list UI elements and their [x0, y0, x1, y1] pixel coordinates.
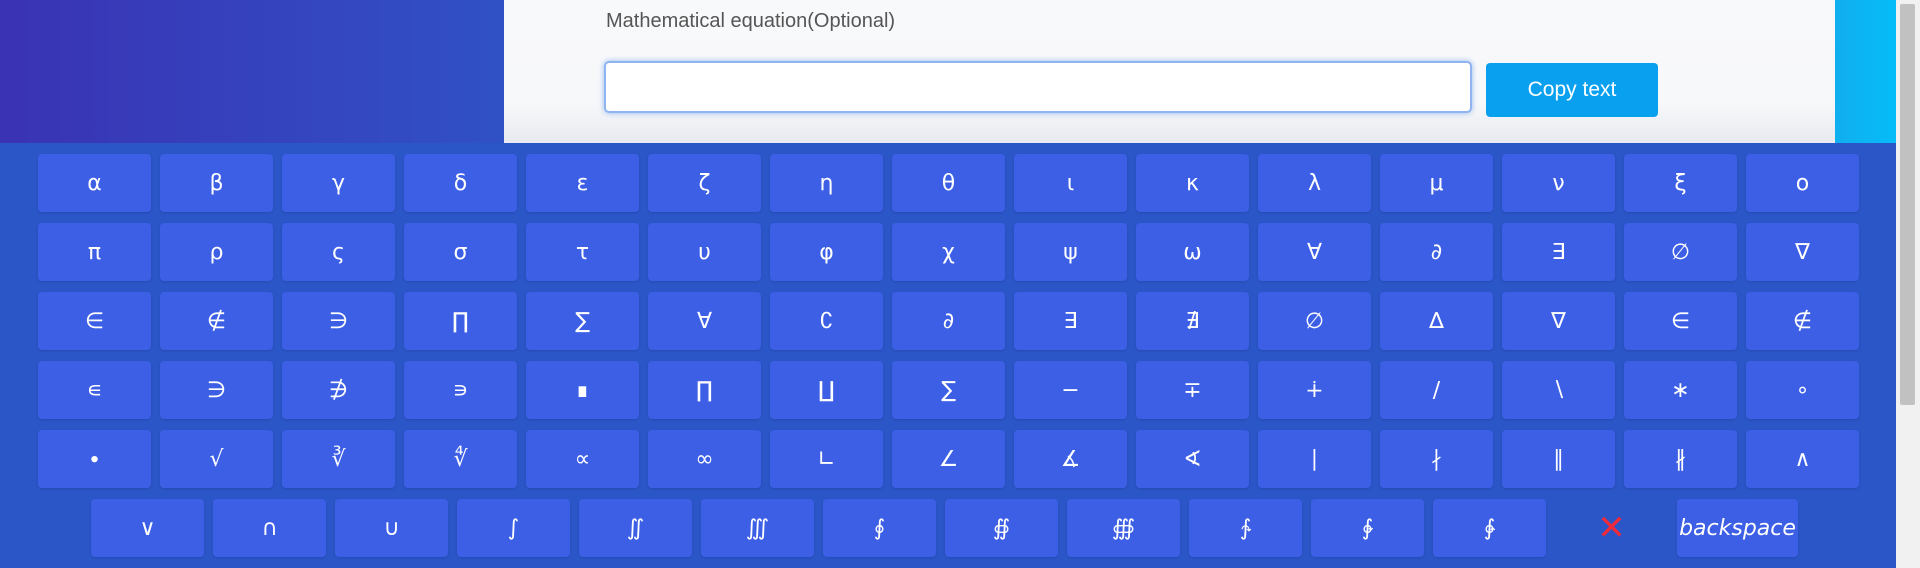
key-symbol[interactable]: ∱	[1189, 499, 1302, 557]
key-symbol[interactable]: τ	[526, 223, 639, 281]
key-symbol[interactable]: ∕	[1380, 361, 1493, 419]
key-symbol[interactable]: ∰	[1067, 499, 1180, 557]
key-symbol[interactable]: ∝	[526, 430, 639, 488]
key-symbol[interactable]: ∐	[770, 361, 883, 419]
close-icon[interactable]: ✕	[1555, 499, 1668, 557]
key-symbol[interactable]: ∋	[160, 361, 273, 419]
key-symbol[interactable]: ∎	[526, 361, 639, 419]
key-symbol[interactable]: ς	[282, 223, 395, 281]
math-keyboard: α β γ δ ε ζ η θ ι κ λ μ ν ξ ο π ρ ς σ τ υ φ χ ψ ω ∀ ∂ ∃ ∅ ∇ ∈ ∉ ∋ ∏ ∑ ∀ ∁ ∂ ∃ ∄…	[0, 143, 1896, 568]
equation-input[interactable]	[604, 61, 1472, 113]
key-symbol[interactable]: ∟	[770, 430, 883, 488]
key-symbol[interactable]: ε	[526, 154, 639, 212]
key-symbol[interactable]: ∧	[1746, 430, 1859, 488]
key-symbol[interactable]: √	[160, 430, 273, 488]
key-symbol[interactable]: θ	[892, 154, 1005, 212]
key-symbol[interactable]: ∩	[213, 499, 326, 557]
key-symbol[interactable]: ∭	[701, 499, 814, 557]
key-symbol[interactable]: ∂	[1380, 223, 1493, 281]
key-symbol[interactable]: ∏	[648, 361, 761, 419]
key-symbol[interactable]: λ	[1258, 154, 1371, 212]
key-symbol[interactable]: ξ	[1624, 154, 1737, 212]
key-symbol[interactable]: ∂	[892, 292, 1005, 350]
key-symbol[interactable]: ∬	[579, 499, 692, 557]
key-symbol[interactable]: ∃	[1502, 223, 1615, 281]
equation-label: Mathematical equation(Optional)	[606, 10, 896, 32]
key-symbol[interactable]: ο	[1746, 154, 1859, 212]
scrollbar-thumb[interactable]	[1900, 4, 1915, 405]
key-symbol[interactable]: ∥	[1502, 430, 1615, 488]
key-symbol[interactable]: ι	[1014, 154, 1127, 212]
key-symbol[interactable]: ∘	[1746, 361, 1859, 419]
key-symbol[interactable]: φ	[770, 223, 883, 281]
key-symbol[interactable]: ∢	[1136, 430, 1249, 488]
key-symbol[interactable]: ∈	[1624, 292, 1737, 350]
key-symbol[interactable]: ∮	[823, 499, 936, 557]
key-symbol[interactable]: ∆	[1380, 292, 1493, 350]
key-symbol[interactable]: δ	[404, 154, 517, 212]
key-symbol[interactable]: ∋	[282, 292, 395, 350]
key-symbol[interactable]: ∉	[1746, 292, 1859, 350]
key-symbol[interactable]: ∇	[1746, 223, 1859, 281]
key-symbol[interactable]: ω	[1136, 223, 1249, 281]
key-symbol[interactable]: ∃	[1014, 292, 1127, 350]
key-symbol[interactable]: ∖	[1502, 361, 1615, 419]
key-symbol[interactable]: ∯	[945, 499, 1058, 557]
key-symbol[interactable]: −	[1014, 361, 1127, 419]
key-symbol[interactable]: ∠	[892, 430, 1005, 488]
copy-text-button[interactable]: Copy text	[1486, 63, 1658, 117]
key-symbol[interactable]: υ	[648, 223, 761, 281]
key-symbol[interactable]: ∑	[892, 361, 1005, 419]
key-symbol[interactable]: ∌	[282, 361, 395, 419]
key-symbol[interactable]: ∅	[1624, 223, 1737, 281]
key-symbol[interactable]: ∣	[1258, 430, 1371, 488]
key-symbol[interactable]: ∙	[38, 430, 151, 488]
key-symbol[interactable]: π	[38, 223, 151, 281]
key-symbol[interactable]: ∡	[1014, 430, 1127, 488]
key-symbol[interactable]: ζ	[648, 154, 761, 212]
key-symbol[interactable]: ∈	[38, 292, 151, 350]
key-symbol[interactable]: ρ	[160, 223, 273, 281]
key-symbol[interactable]: ∀	[1258, 223, 1371, 281]
key-symbol[interactable]: ∏	[404, 292, 517, 350]
key-symbol[interactable]: β	[160, 154, 273, 212]
key-symbol[interactable]: ∄	[1136, 292, 1249, 350]
key-symbol[interactable]: γ	[282, 154, 395, 212]
key-symbol[interactable]: σ	[404, 223, 517, 281]
key-symbol[interactable]: ∊	[38, 361, 151, 419]
key-symbol[interactable]: ∑	[526, 292, 639, 350]
key-symbol[interactable]: ∦	[1624, 430, 1737, 488]
key-symbol[interactable]: μ	[1380, 154, 1493, 212]
key-symbol[interactable]: ∫	[457, 499, 570, 557]
key-symbol[interactable]: ∲	[1311, 499, 1424, 557]
key-symbol[interactable]: ∛	[282, 430, 395, 488]
key-symbol[interactable]: ∁	[770, 292, 883, 350]
key-symbol[interactable]: κ	[1136, 154, 1249, 212]
key-symbol[interactable]: ∀	[648, 292, 761, 350]
key-symbol[interactable]: ∪	[335, 499, 448, 557]
key-symbol[interactable]: α	[38, 154, 151, 212]
key-symbol[interactable]: ∜	[404, 430, 517, 488]
key-symbol[interactable]: ∳	[1433, 499, 1546, 557]
key-symbol[interactable]: ∉	[160, 292, 273, 350]
key-symbol[interactable]: ∨	[91, 499, 204, 557]
backspace-button[interactable]: backspace	[1677, 499, 1798, 557]
key-symbol[interactable]: ∍	[404, 361, 517, 419]
key-symbol[interactable]: ∤	[1380, 430, 1493, 488]
key-symbol[interactable]: χ	[892, 223, 1005, 281]
key-symbol[interactable]: ν	[1502, 154, 1615, 212]
key-symbol[interactable]: ∓	[1136, 361, 1249, 419]
key-symbol[interactable]: ∗	[1624, 361, 1737, 419]
key-symbol[interactable]: ∞	[648, 430, 761, 488]
key-symbol[interactable]: ∅	[1258, 292, 1371, 350]
key-symbol[interactable]: ∔	[1258, 361, 1371, 419]
key-symbol[interactable]: ∇	[1502, 292, 1615, 350]
key-symbol[interactable]: ψ	[1014, 223, 1127, 281]
key-symbol[interactable]: η	[770, 154, 883, 212]
